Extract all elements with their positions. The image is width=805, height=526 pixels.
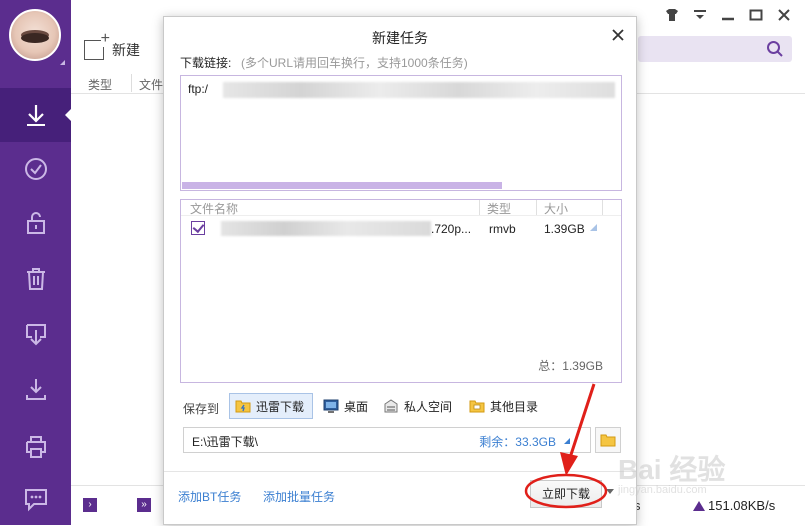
file-list: 文件名称 类型 大小 .720p... rmvb 1.39GB 总：1.39GB (180, 199, 622, 383)
trash-icon (26, 268, 45, 290)
file-size: 1.39GB (544, 222, 585, 236)
upload-speed-value: 151.08KB/s (708, 498, 776, 513)
url-input[interactable]: ftp:/ (180, 75, 622, 191)
path-corner-icon (564, 438, 570, 444)
sidebar-item-trash[interactable] (0, 252, 71, 306)
file-name: .720p... (431, 222, 472, 236)
sidebar (0, 0, 71, 525)
header-size[interactable]: 大小 (544, 200, 568, 217)
unlock-icon (26, 212, 45, 234)
url-label: 下载链接: (180, 56, 232, 70)
close-icon[interactable] (777, 8, 791, 22)
table-row[interactable]: .720p... rmvb 1.39GB (181, 220, 621, 240)
download-box-icon (25, 324, 46, 346)
sidebar-item-download[interactable] (0, 88, 71, 142)
column-file[interactable]: 文件 (139, 76, 163, 93)
download-now-button[interactable]: 立即下载 (530, 480, 602, 508)
save-path-field[interactable]: E:\迅雷下载\ 剩余：33.3GB (183, 427, 591, 453)
watermark: Bai 经验 jingyan.baidu.com (618, 454, 726, 496)
new-task-button[interactable]: 新建 (84, 31, 140, 60)
add-bt-task-link[interactable]: 添加BT任务 (178, 488, 241, 505)
chat-icon (24, 489, 47, 512)
sidebar-item-completed[interactable] (0, 142, 71, 196)
url-prefix: ftp:/ (188, 82, 209, 96)
search-input[interactable] (638, 36, 792, 62)
new-task-icon (84, 31, 110, 60)
sidebar-item-downloaded[interactable] (0, 307, 71, 361)
location-private-space-label: 私人空间 (404, 399, 453, 414)
dialog-footer: 添加BT任务 添加批量任务 立即下载 (164, 471, 636, 526)
free-space: 剩余：33.3GB (479, 435, 556, 449)
sidebar-item-private[interactable] (0, 196, 71, 250)
url-redacted (223, 82, 615, 98)
location-other-label: 其他目录 (490, 399, 539, 414)
size-corner-icon (590, 224, 597, 231)
location-thunder[interactable]: 迅雷下载 (229, 393, 313, 419)
file-list-header: 文件名称 类型 大小 (181, 200, 621, 216)
sidebar-item-print[interactable] (0, 420, 71, 474)
add-batch-task-link[interactable]: 添加批量任务 (263, 488, 335, 505)
file-checkbox[interactable] (191, 221, 205, 235)
folder-icon (469, 399, 485, 413)
shirt-icon[interactable] (665, 8, 679, 22)
location-thunder-label: 迅雷下载 (256, 399, 305, 414)
save-path-value: E:\迅雷下载\ (192, 435, 259, 449)
url-hint: (多个URL请用回车换行，支持1000条任务) (241, 56, 468, 70)
file-name-redacted (221, 221, 431, 236)
collapse-icon[interactable]: » (137, 498, 151, 512)
desktop-icon (323, 399, 339, 413)
url-scrollbar[interactable] (182, 182, 502, 189)
expand-icon[interactable]: › (83, 498, 97, 512)
folder-thunder-icon (235, 399, 251, 413)
maximize-icon[interactable] (749, 8, 763, 22)
header-type[interactable]: 类型 (487, 200, 511, 217)
sidebar-item-chat[interactable] (0, 472, 71, 526)
column-type[interactable]: 类型 (88, 76, 112, 93)
close-icon[interactable] (612, 29, 624, 41)
upload-arrow-icon (693, 500, 705, 511)
download-options-icon[interactable] (606, 489, 614, 494)
new-task-dialog: 新建任务 下载链接: (多个URL请用回车换行，支持1000条任务) ftp:/… (163, 16, 637, 525)
total-size: 总：1.39GB (538, 359, 603, 373)
check-circle-icon (24, 158, 47, 180)
minimize-icon[interactable] (721, 8, 735, 22)
window-controls (665, 8, 791, 22)
file-type: rmvb (489, 222, 516, 236)
upload-speed: 151.08KB/s (693, 498, 775, 513)
search-icon[interactable] (766, 40, 784, 58)
avatar-menu-indicator (60, 60, 65, 65)
menu-icon[interactable] (693, 8, 707, 22)
header-name[interactable]: 文件名称 (190, 200, 238, 217)
download-arrow-icon (26, 105, 45, 126)
download-tray-icon (25, 379, 46, 400)
dialog-title: 新建任务 (372, 30, 428, 46)
sidebar-item-install[interactable] (0, 362, 71, 416)
printer-icon (25, 436, 46, 458)
private-space-icon (383, 399, 399, 413)
avatar[interactable] (9, 9, 61, 61)
location-desktop[interactable]: 桌面 (318, 393, 373, 419)
new-task-label: 新建 (112, 42, 140, 58)
save-to-label: 保存到 (183, 402, 220, 416)
folder-browse-icon (600, 434, 616, 447)
location-other[interactable]: 其他目录 (464, 393, 543, 419)
location-desktop-label: 桌面 (344, 399, 369, 414)
location-private-space[interactable]: 私人空间 (378, 393, 457, 419)
